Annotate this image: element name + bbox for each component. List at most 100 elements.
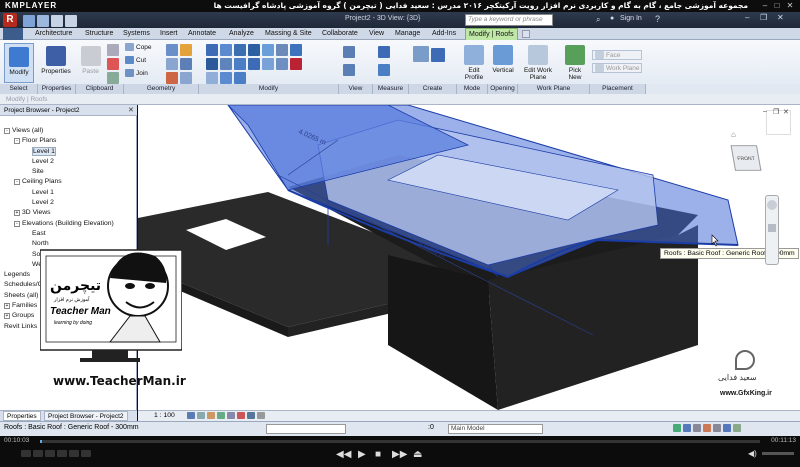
volume-icon[interactable]: ◀) [748,449,757,458]
tab-collaborate[interactable]: Collaborate [322,28,358,40]
browser-tree-label: Sheets (all) [4,291,39,299]
modify-button[interactable]: Modify [4,43,34,83]
quick-access-toolbar[interactable] [22,15,82,27]
paste-icon [80,46,101,66]
work-plane-icon [528,45,548,65]
binoculars-icon[interactable]: ⌕ [596,15,600,25]
work-plane-button[interactable]: Work Plane [592,63,642,73]
face-button[interactable]: Face [592,50,642,60]
seek-bar[interactable] [40,440,760,443]
join-button[interactable]: Join [125,69,148,79]
eject-icon[interactable]: ⏏ [413,449,422,460]
play-icon[interactable]: ▶ [358,449,366,460]
player-logo: KMPLAYER [5,1,58,10]
tab-massing-site[interactable]: Massing & Site [265,28,312,40]
tab-properties-panel[interactable]: Properties [3,411,41,421]
browser-tree-label: Ceiling Plans [22,178,62,186]
browser-tree-item[interactable]: Level 1 [4,188,136,198]
tab-systems[interactable]: Systems [123,28,150,40]
offset-icon [220,44,232,56]
revit-close-icon[interactable]: ✕ [777,13,784,22]
browser-tree-item[interactable]: - Views (all) [4,126,136,136]
expand-icon[interactable]: + [14,210,20,217]
file-tab[interactable] [3,28,23,40]
tab-modify-roofs[interactable]: Modify | Roofs [465,28,518,40]
revit-restore-icon[interactable]: ❐ [760,13,767,22]
3d-viewport[interactable]: 4.0265 m 4.0265 m Roofs : Basic Roof : G… [138,105,800,410]
browser-tree-item[interactable]: Level 2 [4,198,136,208]
help-icon[interactable]: ? [655,14,660,24]
measure-tools[interactable] [377,46,407,78]
view-tools[interactable] [342,46,366,78]
home-icon[interactable]: ⌂ [731,130,736,139]
measure-icon [378,46,390,58]
edit-work-plane-button[interactable]: Edit Work Plane [520,43,556,81]
navigation-bar[interactable] [765,195,779,265]
browser-tree-item[interactable]: Level 1 [4,146,136,157]
panel-label-select[interactable]: Select [0,84,38,94]
tab-add-ins[interactable]: Add-Ins [432,28,456,40]
viewport-restore-icon[interactable]: ❐ [773,108,779,116]
previous-icon[interactable]: ◀◀ [336,449,351,460]
close-icon[interactable]: ✕ [785,1,795,11]
collapse-icon[interactable]: - [14,220,20,227]
vertical-opening-button[interactable]: Vertical [490,43,516,74]
maximize-icon[interactable]: □ [772,1,782,11]
volume-slider[interactable] [762,452,794,455]
next-icon[interactable]: ▶▶ [392,449,407,460]
browser-tree-item[interactable]: +3D Views [4,208,136,218]
tab-insert[interactable]: Insert [160,28,178,40]
pick-new-button[interactable]: Pick New [563,43,587,81]
expand-icon[interactable]: + [4,303,10,310]
view-cube[interactable]: FRONT [730,145,762,171]
array-icon [206,72,218,84]
modify-tools[interactable] [205,44,335,86]
viewport-close-icon[interactable]: ✕ [783,108,789,116]
cope-button[interactable]: Cope [125,43,152,53]
browser-tree-item[interactable]: Level 2 [4,157,136,167]
minimize-icon[interactable]: – [760,1,770,11]
collapse-icon[interactable]: - [14,179,20,186]
user-icon[interactable]: ● [610,15,614,22]
status-count: :0 [428,424,434,431]
tab-project-browser[interactable]: Project Browser - Project2 [44,411,128,421]
scale-icon [220,72,232,84]
browser-tree-item[interactable]: - Ceiling Plans [4,177,136,187]
search-input[interactable]: Type a keyword or phrase [465,14,553,26]
stop-icon[interactable]: ■ [375,449,381,460]
collapse-icon[interactable]: - [14,138,20,145]
ribbon-collapse-icon[interactable] [522,30,530,38]
properties-button[interactable]: Properties [40,43,72,75]
sign-in-button[interactable]: Sign In [620,15,642,22]
browser-tree-item[interactable]: Site [4,167,136,177]
edit-profile-button[interactable]: Edit Profile [460,43,488,81]
model-select[interactable]: Main Model [448,424,543,434]
paste-button[interactable]: Paste [78,43,103,75]
revit-app-button[interactable]: R [3,13,17,27]
move-icon [206,58,218,70]
browser-tree-item[interactable]: - Floor Plans [4,136,136,146]
view-scale[interactable]: 1 : 100 [154,412,175,419]
view-control-icons[interactable] [186,412,306,420]
tab-view[interactable]: View [369,28,384,40]
browser-tree-item[interactable]: - Elevations (Building Elevation) [4,219,136,229]
workset-select[interactable] [266,424,346,434]
collapse-icon[interactable]: - [4,128,10,134]
tab-structure[interactable]: Structure [85,28,113,40]
player-left-icons[interactable] [20,450,130,458]
geometry-small-tools[interactable] [165,44,197,86]
revit-minimize-icon[interactable]: – [745,13,749,22]
browser-close-icon[interactable]: ✕ [128,106,134,114]
expand-icon[interactable]: + [4,313,10,320]
tab-manage[interactable]: Manage [395,28,420,40]
viewport-minimize-icon[interactable]: – [763,108,767,115]
cut-button[interactable]: Cut [125,56,146,66]
rotate-icon [234,58,246,70]
tab-architecture[interactable]: Architecture [35,28,72,40]
clipboard-small-tools[interactable] [106,44,124,86]
selection-filter-icons[interactable] [672,424,792,434]
tab-analyze[interactable]: Analyze [229,28,254,40]
tab-annotate[interactable]: Annotate [188,28,216,40]
create-tools[interactable] [412,46,452,64]
mirror-draw-icon [248,44,260,56]
